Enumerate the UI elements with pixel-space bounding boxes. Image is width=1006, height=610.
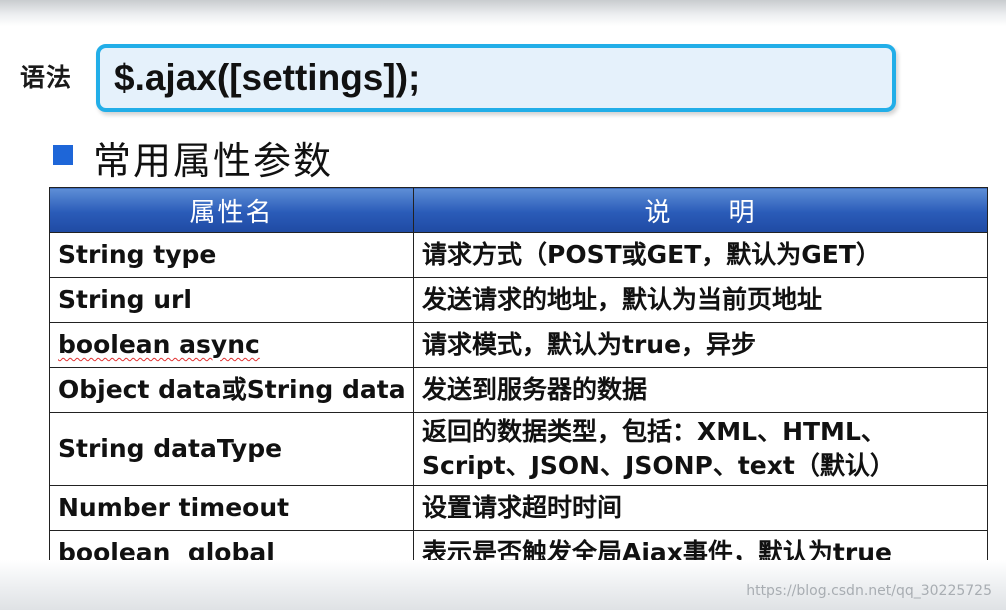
table-header-row: 属性名 说 明 bbox=[49, 187, 988, 233]
watermark-text: https://blog.csdn.net/qq_30225725 bbox=[746, 583, 992, 599]
property-name-cell: String url bbox=[49, 277, 414, 323]
table-row: String url 发送请求的地址，默认为当前页地址 bbox=[49, 277, 988, 323]
syntax-code-box: $.ajax([settings]); bbox=[96, 44, 896, 112]
header-property-name: 属性名 bbox=[49, 187, 414, 233]
property-description-cell: 返回的数据类型，包括：XML、HTML、Script、JSON、JSONP、te… bbox=[413, 412, 988, 486]
property-name-cell: Object data或String data bbox=[49, 367, 414, 413]
property-name-cell: String type bbox=[49, 232, 414, 278]
table-row: Number timeout 设置请求超时时间 bbox=[49, 485, 988, 531]
square-bullet-icon bbox=[53, 145, 73, 165]
property-description-cell: 发送请求的地址，默认为当前页地址 bbox=[413, 277, 988, 323]
properties-table: 属性名 说 明 String type 请求方式（POST或GET，默认为GET… bbox=[49, 187, 988, 576]
section-title: 常用属性参数 bbox=[93, 139, 334, 183]
property-description-cell: 请求方式（POST或GET，默认为GET） bbox=[413, 232, 988, 278]
syntax-code: $.ajax([settings]); bbox=[114, 57, 421, 98]
table-row: boolean async 请求模式，默认为true，异步 bbox=[49, 322, 988, 368]
top-gradient-band bbox=[0, 0, 1006, 26]
property-description-cell: 请求模式，默认为true，异步 bbox=[413, 322, 988, 368]
table-row: Object data或String data 发送到服务器的数据 bbox=[49, 367, 988, 413]
table-row: String type 请求方式（POST或GET，默认为GET） bbox=[49, 232, 988, 278]
header-description: 说 明 bbox=[413, 187, 988, 233]
property-name-cell: String dataType bbox=[49, 412, 414, 486]
property-description-cell: 设置请求超时时间 bbox=[413, 485, 988, 531]
spellcheck-underlined-text: boolean async bbox=[58, 330, 260, 359]
property-name-cell: Number timeout bbox=[49, 485, 414, 531]
property-name-cell: boolean async bbox=[49, 322, 414, 368]
property-description-cell: 发送到服务器的数据 bbox=[413, 367, 988, 413]
syntax-label: 语法 bbox=[20, 63, 73, 92]
table-row: String dataType 返回的数据类型，包括：XML、HTML、Scri… bbox=[49, 412, 988, 486]
